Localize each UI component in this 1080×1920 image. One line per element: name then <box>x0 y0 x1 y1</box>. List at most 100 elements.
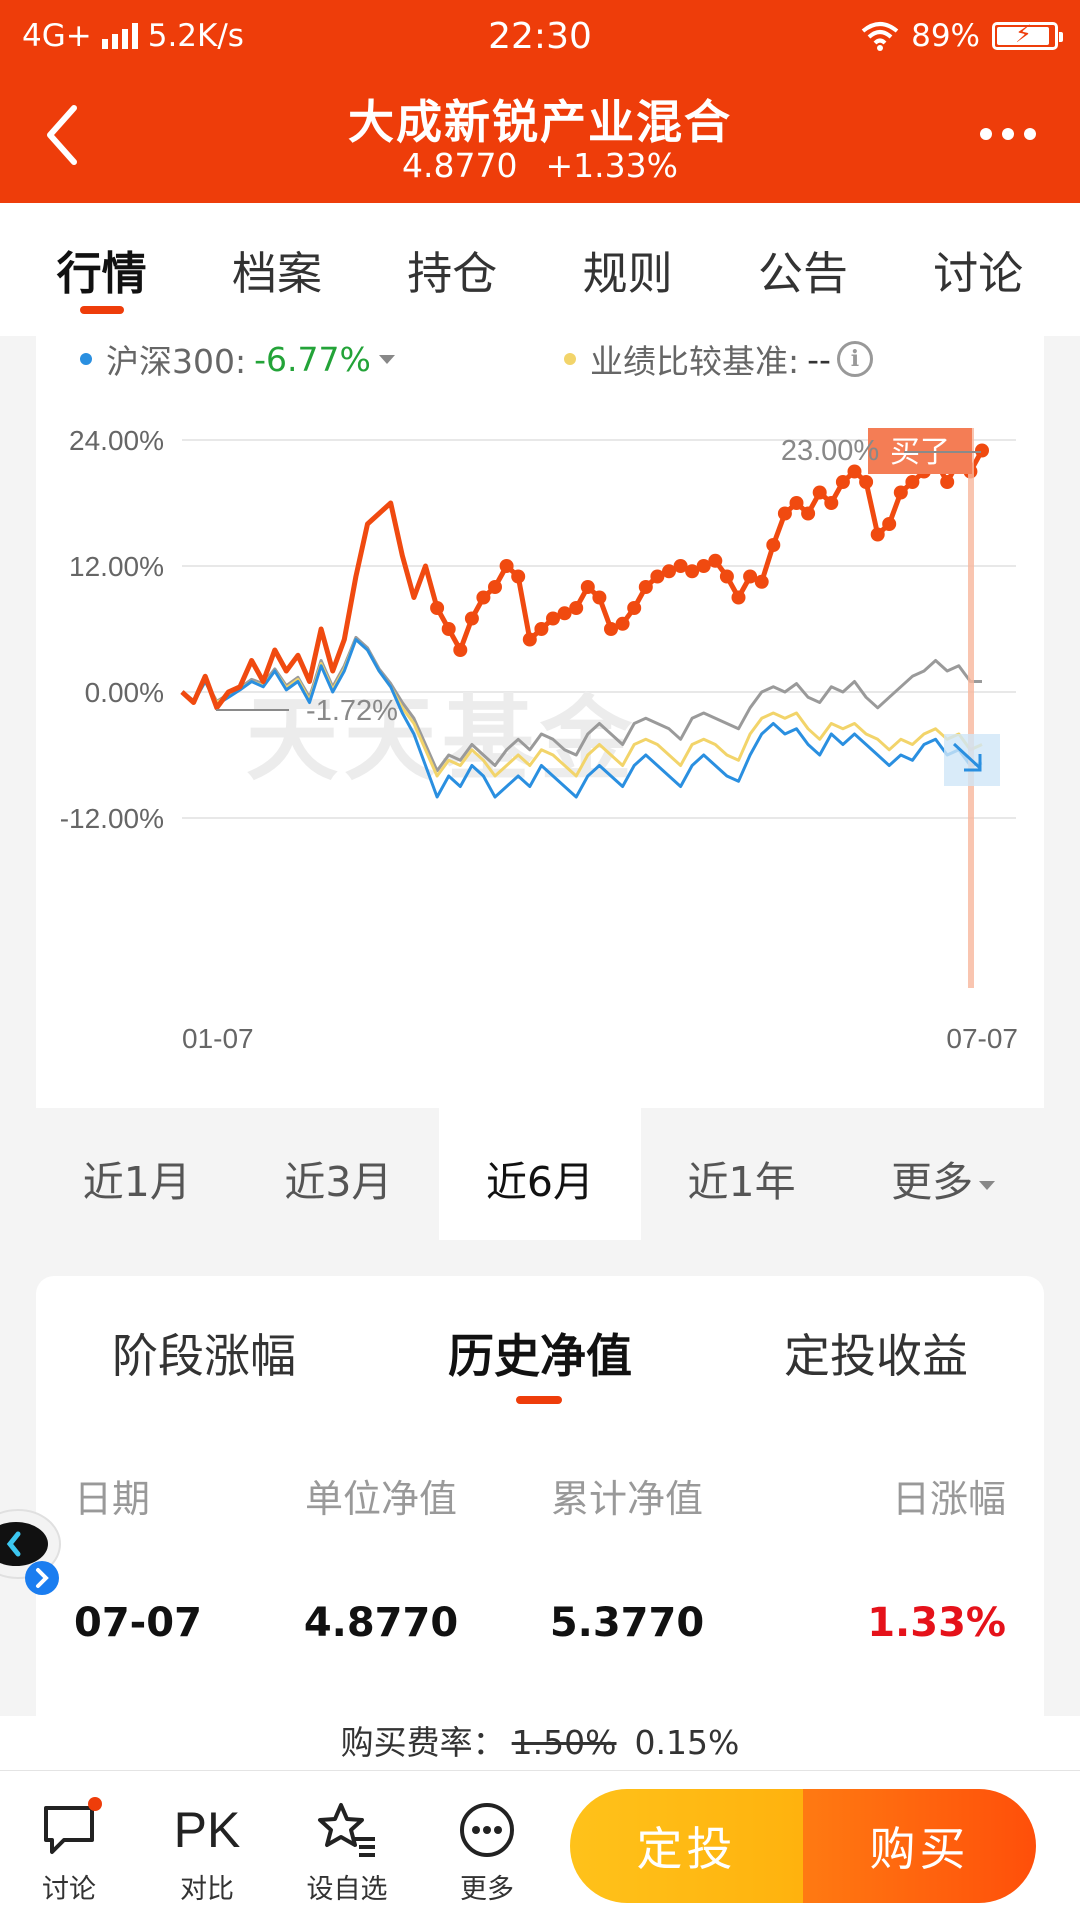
bottom-action-bar: 讨论 PK 对比 设自选 更多 定投 购买 <box>0 1770 1080 1920</box>
tab-market[interactable]: 行情 <box>22 203 182 336</box>
min-value-label: -1.72% <box>306 695 398 727</box>
add-watchlist-button[interactable]: 设自选 <box>292 1799 402 1906</box>
fund-point <box>801 506 816 521</box>
fund-point <box>592 590 607 605</box>
fund-point <box>569 601 584 615</box>
more-menu-button[interactable] <box>980 118 1040 150</box>
col-daily-change: 日涨幅 <box>891 1477 1006 1521</box>
fee-original: 1.50% <box>511 1723 617 1762</box>
fund-quote: 4.8770 +1.33% <box>0 146 1080 185</box>
range-more-label: 更多 <box>891 1158 974 1206</box>
range-6m[interactable]: 近6月 <box>439 1108 641 1240</box>
purchase-fee: 购买费率： 1.50% 0.15% <box>0 1716 1080 1770</box>
fund-point <box>882 517 897 531</box>
sip-button[interactable]: 定投 <box>570 1789 803 1903</box>
fund-point <box>453 643 468 657</box>
fund-point <box>476 590 491 605</box>
fee-current: 0.15% <box>634 1723 740 1762</box>
performance-chart[interactable]: 天天基金 24.00% 12.00% 0.00% -12.00% 01-07 07-07… <box>36 336 1044 1236</box>
compare-button[interactable]: PK 对比 <box>152 1799 262 1906</box>
fund-nav: 4.8770 <box>402 146 518 185</box>
range-1y[interactable]: 近1年 <box>641 1108 843 1240</box>
range-more[interactable]: 更多 <box>842 1108 1044 1240</box>
y-tick-label: -12.00% <box>60 803 164 834</box>
hs300-value: -6.77% <box>254 339 371 379</box>
fee-label: 购买费率： <box>340 1723 506 1762</box>
row-acc-nav: 5.3770 <box>549 1600 705 1646</box>
fund-point <box>777 506 792 521</box>
fund-point <box>789 496 804 510</box>
wifi-icon <box>861 22 899 51</box>
dropdown-caret-icon <box>378 354 395 364</box>
fund-point <box>638 580 653 594</box>
buy-button[interactable]: 购买 <box>803 1789 1036 1903</box>
performance-chart-card: 天天基金 24.00% 12.00% 0.00% -12.00% 01-07 07-07… <box>36 336 1044 1236</box>
main-tabs: 行情 档案 持仓 规则 公告 讨论 <box>0 203 1080 336</box>
chart-watermark: 天天基金 <box>246 686 638 793</box>
battery-percent: 89% <box>911 18 980 54</box>
row-daily-change: 1.33% <box>867 1600 1006 1646</box>
tab-holdings[interactable]: 持仓 <box>372 203 532 336</box>
range-1m[interactable]: 近1月 <box>36 1108 238 1240</box>
row-unit-nav: 4.8770 <box>303 1600 459 1646</box>
tab-announcements[interactable]: 公告 <box>723 203 883 336</box>
nav-history-card: 阶段涨幅 历史净值 定投收益 日期 单位净值 累计净值 日涨幅 07-07 4.… <box>36 1276 1044 1716</box>
fund-point <box>511 569 526 584</box>
tab-profile[interactable]: 档案 <box>197 203 357 336</box>
fund-point <box>766 538 781 552</box>
top-bar: 4G+ 5.2K/s 22:30 89% ⚡ 大成新锐产业混合 4.8770 +1… <box>0 0 1080 203</box>
chevron-down-icon <box>979 1180 996 1190</box>
x-tick-label: 07-07 <box>946 1023 1018 1054</box>
compare-label: 对比 <box>180 1874 234 1905</box>
benchmark-dot <box>564 353 576 365</box>
fund-point <box>627 601 642 615</box>
chat-bubble-icon <box>44 1806 94 1854</box>
fund-point <box>441 622 456 636</box>
col-acc-nav: 累计净值 <box>550 1477 703 1521</box>
range-3m[interactable]: 近3月 <box>238 1108 440 1240</box>
max-value-label: 23.00% <box>781 435 879 467</box>
fund-point <box>731 590 746 605</box>
subtab-stage-returns[interactable]: 阶段涨幅 <box>74 1320 334 1386</box>
row-date: 07-07 <box>74 1600 202 1646</box>
fund-point <box>615 616 630 631</box>
fund-point <box>893 485 908 500</box>
col-unit-nav: 单位净值 <box>304 1477 457 1521</box>
fund-point <box>719 569 734 584</box>
x-tick-label: 01-07 <box>182 1023 254 1054</box>
fund-change: +1.33% <box>545 146 678 185</box>
fund-point <box>835 475 850 489</box>
range-selector: 近1月 近3月 近6月 近1年 更多 <box>36 1108 1044 1240</box>
y-tick-label: 12.00% <box>69 551 164 582</box>
subtab-sip-returns[interactable]: 定投收益 <box>746 1320 1006 1386</box>
subtab-history-nav[interactable]: 历史净值 <box>410 1320 670 1404</box>
fund-point <box>859 475 874 489</box>
more-circle-icon <box>460 1803 514 1857</box>
fund-point <box>812 485 827 500</box>
fund-line <box>180 449 985 711</box>
tab-rules[interactable]: 规则 <box>548 203 708 336</box>
fund-point <box>754 574 769 589</box>
tab-discussion[interactable]: 讨论 <box>898 203 1058 336</box>
fund-point <box>534 622 549 636</box>
y-tick-label: 0.00% <box>85 677 164 708</box>
legend-hs300[interactable]: 沪深300: -6.77% <box>80 336 395 382</box>
fund-point <box>430 601 445 615</box>
fund-point <box>940 475 955 489</box>
notification-dot <box>88 1797 102 1811</box>
fund-point <box>580 580 595 594</box>
col-date: 日期 <box>74 1477 151 1521</box>
info-icon[interactable]: i <box>836 341 873 377</box>
assistant-robot-icon[interactable] <box>0 1500 64 1600</box>
benchmark-label: 业绩比较基准: <box>590 342 800 381</box>
more-label: 更多 <box>460 1874 514 1905</box>
discuss-button[interactable]: 讨论 <box>14 1797 124 1906</box>
more-button[interactable]: 更多 <box>432 1799 542 1906</box>
hs300-dot <box>80 353 92 365</box>
fund-point <box>464 611 479 626</box>
legend-benchmark: 业绩比较基准: -- i <box>564 336 873 382</box>
action-buttons: 定投 购买 <box>570 1789 1036 1903</box>
pk-icon: PK <box>173 1802 241 1858</box>
fund-point <box>975 443 989 458</box>
fund-name: 大成新锐产业混合 <box>348 95 732 149</box>
